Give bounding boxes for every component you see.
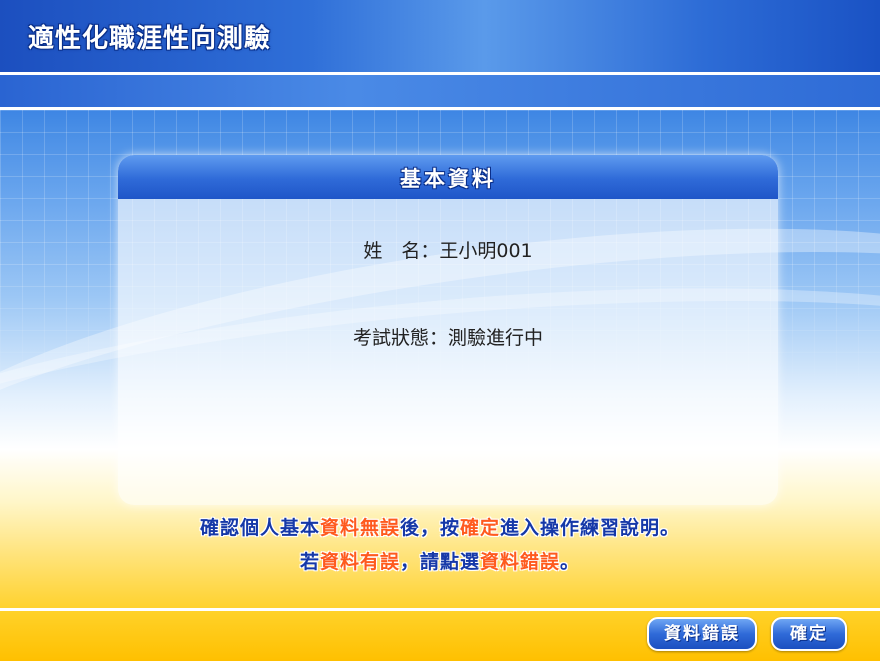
status-label: 考試狀態： — [352, 327, 448, 349]
status-value: 測驗進行中 — [448, 327, 544, 349]
instruction-segment: 進入操作練習說明。 — [500, 517, 681, 539]
name-label: 姓 名： — [363, 240, 440, 262]
instruction-segment: ，請點選 — [399, 551, 480, 573]
panel-title: 基本資料 — [400, 167, 496, 191]
instruction-highlight: 資料無誤 — [319, 517, 400, 539]
instruction-highlight: 資料有誤 — [319, 551, 400, 573]
status-row: 考試狀態：測驗進行中 — [118, 323, 778, 350]
instruction-segment: 後，按 — [399, 517, 460, 539]
app-header: 適性化職涯性向測驗 — [0, 0, 880, 72]
instruction-segment: 確認個人基本 — [199, 517, 320, 539]
instruction-segment: 。 — [560, 551, 581, 573]
instruction-highlight: 資料錯誤 — [480, 551, 561, 573]
header-band — [0, 75, 880, 107]
instruction-segment: 若 — [299, 551, 320, 573]
data-error-button[interactable]: 資料錯誤 — [647, 617, 757, 651]
name-row: 姓 名：王小明001 — [118, 236, 778, 263]
panel-header: 基本資料 — [118, 155, 778, 199]
instruction-line-1: 確認個人基本資料無誤後，按確定進入操作練習說明。 — [0, 513, 880, 540]
instruction-line-2: 若資料有誤，請點選資料錯誤。 — [0, 547, 880, 574]
confirm-button[interactable]: 確定 — [771, 617, 847, 651]
instruction-highlight: 確定 — [460, 517, 501, 539]
footer-divider — [0, 608, 880, 611]
name-value: 王小明001 — [439, 240, 533, 262]
band-divider — [0, 107, 880, 110]
app-title: 適性化職涯性向測驗 — [28, 24, 272, 54]
